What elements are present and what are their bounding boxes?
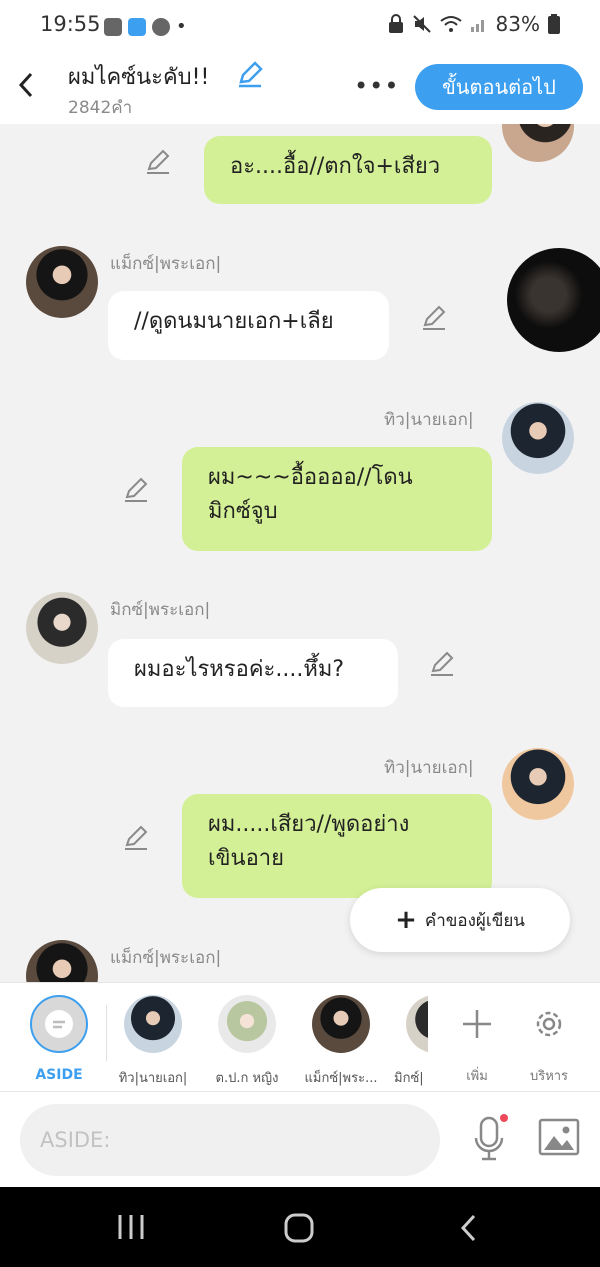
system-navigation-bar [0,1187,600,1267]
character-name: มิกซ์|พระเอก| [110,600,211,620]
character-name: แม็กซ์|พระเอก| [110,948,222,968]
character-selector: ASIDE ทิว|นายเอก| ต.ป.ก หญิง แม็กซ์|พระ.… [0,982,600,1092]
back-icon[interactable] [16,70,40,100]
message-input[interactable] [20,1104,440,1176]
header: ผมไคซ์นะคับ!! 2842คำ ••• ขั้นตอนต่อไป [0,50,600,124]
more-options-icon[interactable]: ••• [354,72,399,100]
message-text-line: ผม.....เสียว//พูดอย่าง [208,812,410,837]
writer-note-button[interactable]: + คำของผู้เขียน [350,888,570,952]
avatar[interactable] [26,246,98,318]
message-text: อะ....อื้อ//ตกใจ+เสียว [230,154,441,179]
lock-icon [388,14,403,33]
avatar [218,995,276,1053]
word-count: 2842คำ [68,98,133,118]
microphone-icon[interactable] [470,1114,510,1164]
signal-icon [470,20,484,32]
add-character-button[interactable]: เพิ่ม [442,995,512,1086]
image-icon[interactable] [538,1118,580,1156]
message-bubble[interactable]: //ดูดนมนายเอก+เลีย [108,291,389,360]
character-label: แม็กซ์|พระ... [304,1071,378,1086]
character-item[interactable]: ต.ป.ก หญิง [206,995,288,1088]
message-bubble[interactable]: ผม~~~อื้ออออ//โดน มิกซ์จูบ [182,447,492,551]
message-text-line: มิกซ์จูบ [208,499,278,524]
recent-apps-icon[interactable] [116,1213,146,1241]
story-title: ผมไคซ์นะคับ!! [68,65,210,90]
chat-area[interactable]: อะ....อื้อ//ตกใจ+เสียว แม็กซ์|พระเอก| //… [0,124,600,982]
character-name: แม็กซ์|พระเอก| [110,254,222,274]
avatar[interactable] [502,402,574,474]
edit-message-icon[interactable] [428,650,456,678]
writer-note-label: คำของผู้เขียน [424,910,525,931]
avatar [312,995,370,1053]
message-bubble[interactable]: อะ....อื้อ//ตกใจ+เสียว [204,136,492,204]
edit-message-icon[interactable] [144,148,172,176]
chat-bubble-icon [45,1010,73,1038]
character-label: ต.ป.ก หญิง [215,1071,279,1086]
edit-message-icon[interactable] [122,824,150,852]
avatar[interactable] [502,124,574,162]
add-label: เพิ่ม [466,1069,488,1084]
battery-icon [548,14,560,34]
avatar[interactable] [26,592,98,664]
status-bar: 19:55 • 83% [0,0,600,50]
character-name: ทิว|นายเอก| [384,410,474,430]
edit-title-icon[interactable] [236,60,264,88]
character-aside[interactable]: ASIDE [18,995,100,1083]
edit-message-icon[interactable] [122,476,150,504]
gear-icon [536,1011,562,1037]
edit-message-icon[interactable] [420,304,448,332]
character-item[interactable]: ทิว|นายเอก| [112,995,194,1088]
status-time: 19:55 [40,12,101,36]
manage-button[interactable]: บริหาร [514,995,584,1086]
app-notification-icon [128,17,146,36]
character-label: ทิว|นายเอก| [118,1071,188,1086]
input-bar [0,1092,600,1187]
character-item[interactable]: มิกซ์| [388,995,428,1088]
dot-icon: • [176,16,187,37]
wifi-icon [439,16,462,32]
floating-video-avatar[interactable] [507,248,600,352]
avatar[interactable] [26,940,98,982]
plus-icon [463,1010,491,1038]
character-label: มิกซ์| [394,1071,424,1086]
mute-icon [412,15,431,33]
gallery-notification-icon [104,17,122,36]
home-icon[interactable] [284,1213,314,1243]
back-nav-icon[interactable] [458,1213,478,1243]
manage-label: บริหาร [529,1069,569,1084]
message-bubble[interactable]: ผม.....เสียว//พูดอย่าง เขินอาย [182,794,492,898]
line-notification-icon [152,17,170,36]
plus-icon: + [395,905,417,935]
message-text: ผมอะไรหรอค่ะ....หึ้ม? [134,657,345,682]
message-text-line: ผม~~~อื้ออออ//โดน [208,465,413,490]
character-item[interactable]: แม็กซ์|พระ... [300,995,382,1088]
avatar [124,995,182,1053]
divider [106,1005,107,1061]
battery-percent: 83% [495,12,540,36]
character-name: ทิว|นายเอก| [384,758,474,778]
avatar [406,995,428,1053]
character-label: ASIDE [35,1067,83,1083]
avatar[interactable] [502,748,574,820]
message-bubble[interactable]: ผมอะไรหรอค่ะ....หึ้ม? [108,639,398,707]
next-step-button[interactable]: ขั้นตอนต่อไป [415,64,583,110]
message-text: //ดูดนมนายเอก+เลีย [134,309,334,334]
message-text-line: เขินอาย [208,846,285,871]
